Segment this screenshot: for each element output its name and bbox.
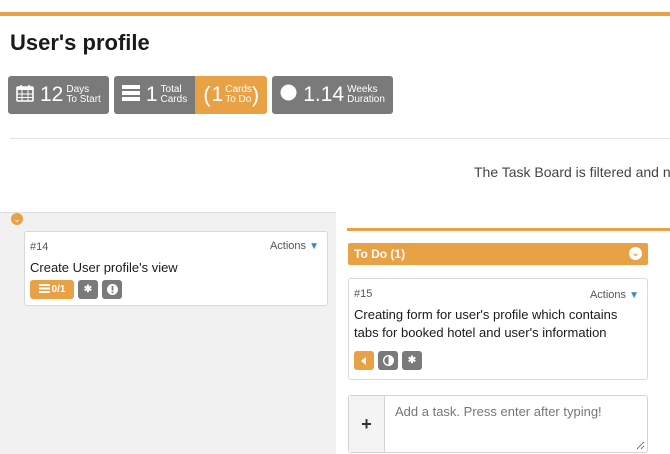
weeks-duration-stat: 1.14 Weeks Duration <box>272 76 393 114</box>
todo-lane-header[interactable]: To Do (1) ⌄ <box>348 243 648 265</box>
total-label-bottom: Cards <box>160 94 188 105</box>
lane-top-accent <box>347 228 670 231</box>
checklist-count: 0/1 <box>51 284 66 295</box>
days-value: 12 <box>40 83 64 106</box>
actions-label: Actions <box>269 240 307 252</box>
cards-todo-stat: ( 1 Cards To Do ) <box>195 76 268 114</box>
card-actions-dropdown[interactable]: Actions ▼ <box>590 289 639 301</box>
calendar-icon <box>16 84 34 107</box>
filter-notice: The Task Board is filtered and n <box>474 164 670 180</box>
asterisk-icon[interactable]: ✱ <box>402 351 422 370</box>
chevron-down-icon[interactable]: ⌄ <box>629 247 642 260</box>
add-task-box: + <box>348 395 648 453</box>
task-card[interactable]: #14 Actions ▼ Create User profile's view… <box>24 231 328 306</box>
add-task-input[interactable] <box>385 396 645 450</box>
add-task-button[interactable]: + <box>349 396 385 452</box>
actions-label: Actions <box>589 289 627 301</box>
total-cards-stat: 1 Total Cards <box>113 76 196 114</box>
card-title: Create User profile's view <box>30 260 178 275</box>
card-id: #15 <box>354 288 373 300</box>
card-title: Creating form for user's profile which c… <box>354 307 618 340</box>
todo-close-paren: ) <box>251 82 260 107</box>
page-title: User's profile <box>10 30 150 55</box>
circle-icon <box>280 84 297 106</box>
caret-down-icon: ▼ <box>309 241 319 252</box>
todo-open-paren: ( <box>203 82 211 107</box>
task-card[interactable]: #15 Actions ▼ Creating form for user's p… <box>348 278 648 380</box>
weeks-label-bottom: Duration <box>347 94 385 105</box>
chevron-down-icon[interactable]: ⌄ <box>11 213 23 225</box>
caret-left-icon[interactable] <box>354 351 374 370</box>
section-divider <box>10 138 670 139</box>
lane-title: To Do (1) <box>354 247 406 261</box>
card-badges: ✱ <box>354 351 426 370</box>
todo-value: 1 <box>211 83 224 106</box>
checklist-badge[interactable]: 0/1 <box>30 280 74 299</box>
asterisk-icon[interactable]: ✱ <box>78 280 98 299</box>
checklist-icon <box>38 283 50 296</box>
top-accent-bar <box>0 12 670 16</box>
card-badges: 0/1 ✱ <box>30 280 126 299</box>
caret-down-icon: ▼ <box>629 290 639 301</box>
todo-label-bottom: To Do <box>225 94 252 105</box>
stats-bar: 12 Days To Start 1 Total Cards ( 1 Cards To… <box>8 76 393 114</box>
half-circle-icon[interactable] <box>378 351 398 370</box>
weeks-value: 1.14 <box>303 83 345 106</box>
cards-icon <box>121 84 140 106</box>
exclamation-icon[interactable] <box>102 280 122 299</box>
total-cards-value: 1 <box>145 83 158 106</box>
card-id: #14 <box>30 241 49 253</box>
card-actions-dropdown[interactable]: Actions ▼ <box>270 240 319 252</box>
days-label-bottom: To Start <box>66 94 101 105</box>
days-to-start-stat: 12 Days To Start <box>8 76 109 114</box>
